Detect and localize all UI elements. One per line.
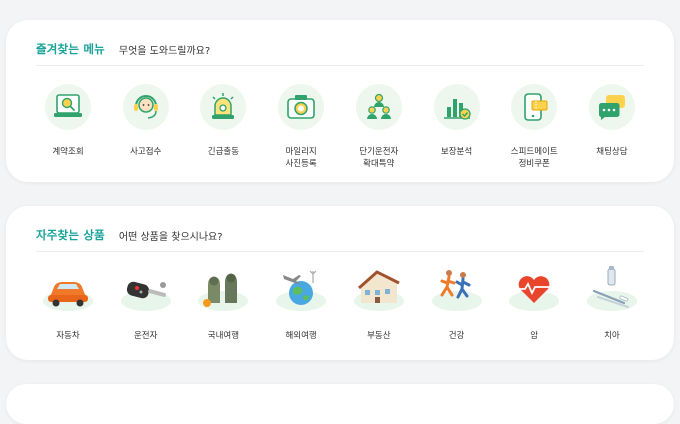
product-item-health[interactable]: 건강 bbox=[421, 262, 493, 342]
product-item-cancer[interactable]: 암 bbox=[498, 262, 570, 342]
car-icon bbox=[39, 262, 97, 314]
camera-icon bbox=[278, 84, 325, 130]
menu-item-label: 마일리지 사진등록 bbox=[285, 147, 317, 169]
product-item-overseas-travel[interactable]: 해외여행 bbox=[265, 262, 337, 342]
products-card: 자주찾는 상품 어떤 상품을 찾으시나요? 자동차 운전자 국내여행 해외여행 … bbox=[6, 206, 674, 360]
product-item-car[interactable]: 자동차 bbox=[32, 262, 104, 342]
product-item-label: 자동차 bbox=[56, 331, 80, 341]
products-title: 자주찾는 상품 bbox=[36, 228, 105, 242]
products-list: 자동차 운전자 국내여행 해외여행 부동산 건강 암 치아 bbox=[32, 262, 648, 342]
menu-item-chat-consult[interactable]: 채팅상담 bbox=[576, 84, 648, 170]
menu-item-label: 계약조회 bbox=[52, 147, 84, 157]
menu-item-coverage-analysis[interactable]: 보장분석 bbox=[421, 84, 493, 170]
runners-icon bbox=[428, 262, 486, 314]
next-card bbox=[6, 384, 674, 424]
mobile-coupon-icon bbox=[511, 84, 558, 130]
product-item-label: 운전자 bbox=[133, 331, 158, 341]
product-item-label: 해외여행 bbox=[285, 331, 317, 341]
favorite-menu-card: 즐겨찾는 메뉴 무엇을 도와드릴까요? 계약조회 사고접수 긴급출동 마일리지 … bbox=[6, 20, 674, 182]
menu-item-label: 보장분석 bbox=[440, 147, 473, 157]
menu-item-contract-search[interactable]: 계약조회 bbox=[32, 84, 104, 170]
drivers-group-icon bbox=[355, 84, 402, 130]
menu-item-short-term-driver[interactable]: 단기운전자 확대특약 bbox=[343, 84, 415, 170]
favorite-menu-title: 즐겨찾는 메뉴 bbox=[36, 42, 105, 56]
menu-item-accident-report[interactable]: 사고접수 bbox=[110, 84, 182, 170]
menu-item-label: 스피드메이트 정비쿠폰 bbox=[510, 147, 558, 169]
chat-bubble-icon bbox=[588, 84, 635, 130]
product-item-label: 치아 bbox=[604, 331, 620, 341]
siren-icon bbox=[200, 84, 247, 130]
product-item-domestic-travel[interactable]: 국내여행 bbox=[187, 262, 259, 342]
bar-chart-icon bbox=[433, 84, 480, 130]
menu-item-label: 채팅상담 bbox=[596, 147, 628, 157]
products-header: 자주찾는 상품 어떤 상품을 찾으시나요? bbox=[36, 227, 644, 252]
menu-item-mileage-photo[interactable]: 마일리지 사진등록 bbox=[265, 84, 337, 170]
stone-statue-icon bbox=[194, 262, 252, 314]
car-key-icon bbox=[117, 262, 175, 314]
products-subtitle: 어떤 상품을 찾으시나요? bbox=[118, 232, 223, 243]
contract-search-icon bbox=[45, 84, 91, 130]
house-icon bbox=[350, 262, 408, 314]
product-item-label: 암 bbox=[530, 331, 539, 341]
product-item-dental[interactable]: 치아 bbox=[576, 262, 648, 342]
globe-plane-icon bbox=[272, 262, 330, 314]
favorite-menu-list: 계약조회 사고접수 긴급출동 마일리지 사진등록 단기운전자 확대특약 보장분석… bbox=[32, 84, 648, 170]
menu-item-label: 단기운전자 확대특약 bbox=[359, 147, 399, 169]
favorite-menu-header: 즐겨찾는 메뉴 무엇을 도와드릴까요? bbox=[36, 41, 644, 66]
headset-agent-icon bbox=[122, 84, 169, 130]
product-item-label: 건강 bbox=[448, 331, 465, 341]
favorite-menu-subtitle: 무엇을 도와드릴까요? bbox=[118, 46, 211, 57]
toothbrush-icon bbox=[583, 262, 641, 314]
menu-item-label: 긴급출동 bbox=[207, 147, 240, 157]
product-item-real-estate[interactable]: 부동산 bbox=[343, 262, 415, 342]
menu-item-speedmate-coupon[interactable]: 스피드메이트 정비쿠폰 bbox=[498, 84, 570, 170]
product-item-label: 부동산 bbox=[367, 331, 391, 341]
product-item-label: 국내여행 bbox=[207, 331, 240, 341]
menu-item-label: 사고접수 bbox=[130, 147, 162, 157]
heart-pulse-icon bbox=[505, 262, 563, 314]
menu-item-emergency-dispatch[interactable]: 긴급출동 bbox=[187, 84, 259, 170]
product-item-driver[interactable]: 운전자 bbox=[110, 262, 182, 342]
